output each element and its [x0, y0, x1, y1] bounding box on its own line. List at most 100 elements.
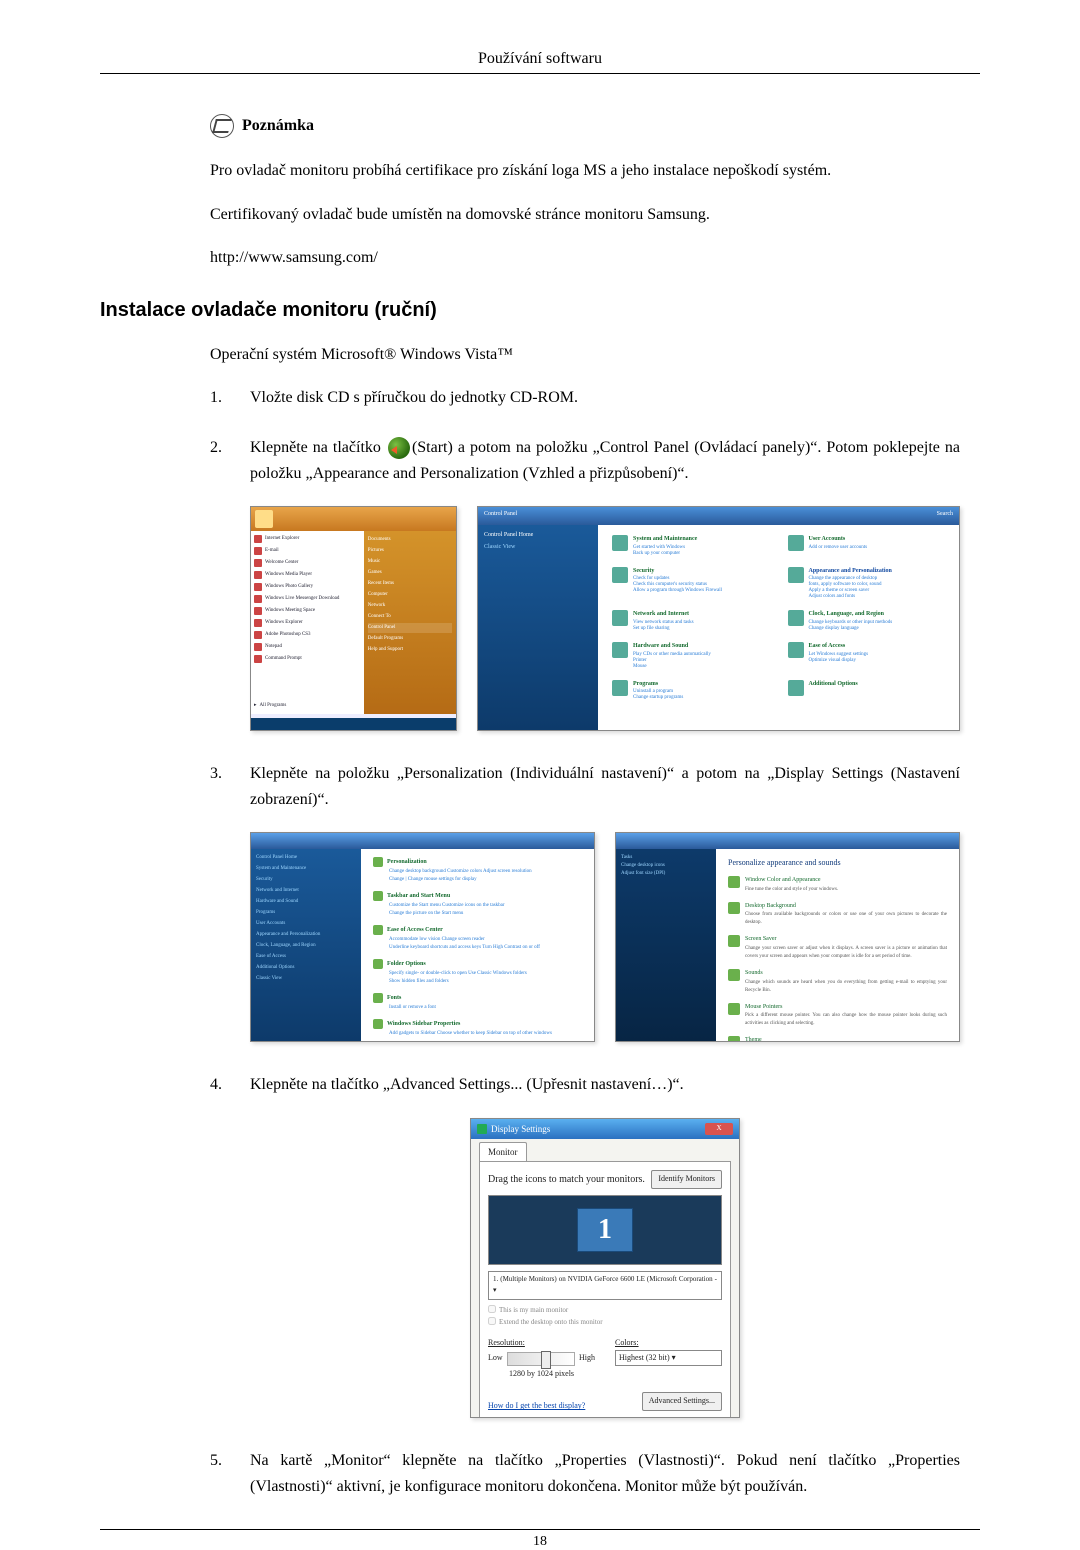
- pers-item-icon: [728, 935, 740, 947]
- all-programs[interactable]: ▸ All Programs: [254, 701, 361, 711]
- appearance-nav-item[interactable]: Security: [256, 876, 356, 884]
- start-menu-right-item[interactable]: Games: [368, 568, 452, 578]
- app-icon: [254, 559, 262, 567]
- pers-item[interactable]: ThemeChange the theme. Themes can change…: [728, 1036, 947, 1042]
- appearance-item-links[interactable]: Accommodate low vision Change screen rea…: [389, 936, 582, 952]
- appearance-nav-item[interactable]: Hardware and Sound: [256, 898, 356, 906]
- resolution-value: 1280 by 1024 pixels: [488, 1368, 595, 1381]
- start-menu-item[interactable]: Windows Explorer: [254, 618, 361, 628]
- start-menu-right-item[interactable]: Help and Support: [368, 645, 452, 655]
- appearance-nav-item[interactable]: Additional Options: [256, 964, 356, 972]
- section-intro: Operační systém Microsoft® Windows Vista…: [210, 342, 960, 368]
- appearance-nav-item[interactable]: Ease of Access: [256, 953, 356, 961]
- start-menu-right-item[interactable]: Music: [368, 557, 452, 567]
- app-icon: [254, 535, 262, 543]
- appearance-item[interactable]: Fonts: [373, 993, 582, 1003]
- resolution-slider[interactable]: [507, 1352, 575, 1366]
- monitor-tab[interactable]: Monitor: [479, 1142, 527, 1161]
- cp-left-home: Control Panel Home: [484, 531, 592, 541]
- appearance-nav-item[interactable]: Control Panel Home: [256, 854, 356, 862]
- appearance-nav-item[interactable]: Programs: [256, 909, 356, 917]
- cp-category[interactable]: Additional Options: [788, 680, 946, 702]
- start-menu-right-item[interactable]: Pictures: [368, 546, 452, 556]
- app-icon: [254, 607, 262, 615]
- screenshot-appearance: Control Panel Home System and Maintenance…: [250, 832, 595, 1042]
- cp-category[interactable]: Hardware and SoundPlay CDs or other medi…: [612, 642, 769, 670]
- cp-category[interactable]: ProgramsUninstall a programChange startu…: [612, 680, 769, 702]
- appearance-nav-item[interactable]: User Accounts: [256, 920, 356, 928]
- cp-category[interactable]: Clock, Language, and RegionChange keyboa…: [788, 610, 946, 632]
- monitor-1[interactable]: 1: [577, 1208, 633, 1252]
- appearance-item[interactable]: Windows Sidebar Properties: [373, 1019, 582, 1029]
- cp-category[interactable]: Ease of AccessLet Windows suggest settin…: [788, 642, 946, 670]
- pers-item[interactable]: SoundsChange which sounds are heard when…: [728, 969, 947, 995]
- app-icon: [254, 547, 262, 555]
- cp-breadcrumb: Control Panel: [484, 510, 517, 522]
- appearance-item[interactable]: Personalization: [373, 857, 582, 867]
- appearance-nav-item[interactable]: Network and Internet: [256, 887, 356, 895]
- cp-category[interactable]: System and MaintenanceGet started with W…: [612, 535, 769, 557]
- appearance-item[interactable]: Folder Options: [373, 959, 582, 969]
- pers-item[interactable]: Desktop BackgroundChoose from available …: [728, 902, 947, 928]
- pers-nav-item[interactable]: Change desktop icons: [621, 862, 711, 870]
- start-menu-item[interactable]: Windows Meeting Space: [254, 606, 361, 616]
- windows-start-icon: [388, 437, 410, 459]
- start-menu-item[interactable]: Command Prompt: [254, 654, 361, 664]
- appearance-item-links[interactable]: Customize the Start menu Customize icons…: [389, 902, 582, 918]
- high-label: High: [579, 1352, 595, 1365]
- header-rule: [100, 73, 980, 74]
- appearance-item-links[interactable]: Specify single- or double-click to open …: [389, 970, 582, 986]
- identify-monitors-button[interactable]: Identify Monitors: [651, 1170, 722, 1189]
- start-menu-item[interactable]: Windows Live Messenger Download: [254, 594, 361, 604]
- cp-search: Search: [937, 510, 953, 522]
- appearance-nav-item[interactable]: Appearance and Personalization: [256, 931, 356, 939]
- appearance-item-links[interactable]: Change desktop background Customize colo…: [389, 868, 582, 884]
- start-menu-item[interactable]: Windows Media Player: [254, 570, 361, 580]
- cp-category[interactable]: SecurityCheck for updatesCheck this comp…: [612, 567, 769, 601]
- appearance-item-links[interactable]: Install or remove a font: [389, 1004, 582, 1012]
- appearance-item-links[interactable]: Add gadgets to Sidebar Choose whether to…: [389, 1030, 582, 1038]
- start-menu-item[interactable]: Notepad: [254, 642, 361, 652]
- appearance-nav-item[interactable]: Clock, Language, and Region: [256, 942, 356, 950]
- screenshot-personalization: TasksChange desktop iconsAdjust font siz…: [615, 832, 960, 1042]
- pers-item[interactable]: Mouse PointersPick a different mouse poi…: [728, 1003, 947, 1029]
- start-menu-item[interactable]: Welcome Center: [254, 558, 361, 568]
- appearance-item[interactable]: Taskbar and Start Menu: [373, 891, 582, 901]
- pers-item[interactable]: Screen SaverChange your screen saver or …: [728, 935, 947, 961]
- start-menu-right-item[interactable]: Recent Items: [368, 579, 452, 589]
- cp-category[interactable]: Network and InternetView network status …: [612, 610, 769, 632]
- start-menu-right-item[interactable]: Connect To: [368, 612, 452, 622]
- start-menu-right-item[interactable]: Computer: [368, 590, 452, 600]
- start-menu-right-item[interactable]: Network: [368, 601, 452, 611]
- step-1: Vložte disk CD s příručkou do jednotky C…: [210, 385, 960, 411]
- start-menu-item[interactable]: Windows Photo Gallery: [254, 582, 361, 592]
- cp-category[interactable]: Appearance and PersonalizationChange the…: [788, 567, 946, 601]
- appearance-nav-item[interactable]: Classic View: [256, 975, 356, 983]
- appearance-item[interactable]: Ease of Access Center: [373, 925, 582, 935]
- colors-select[interactable]: Highest (32 bit) ▾: [615, 1350, 722, 1367]
- app-icon: [254, 655, 262, 663]
- best-display-link[interactable]: How do I get the best display?: [488, 1400, 585, 1413]
- app-icon: [254, 571, 262, 579]
- advanced-settings-button[interactable]: Advanced Settings...: [642, 1392, 722, 1411]
- start-menu-right-item[interactable]: Control Panel: [368, 623, 452, 633]
- section-heading: Instalace ovladače monitoru (ruční): [100, 299, 980, 322]
- app-icon: [254, 583, 262, 591]
- pers-nav-item[interactable]: Tasks: [621, 854, 711, 862]
- start-menu-item[interactable]: Internet Explorer: [254, 534, 361, 544]
- item-icon: [373, 925, 383, 935]
- start-menu-right-item[interactable]: Default Programs: [368, 634, 452, 644]
- pers-item[interactable]: Window Color and AppearanceFine tune the…: [728, 876, 947, 894]
- start-menu-right-item[interactable]: Documents: [368, 535, 452, 545]
- cp-category[interactable]: User AccountsAdd or remove user accounts: [788, 535, 946, 557]
- close-icon[interactable]: X: [705, 1123, 733, 1134]
- pers-nav-item[interactable]: Adjust font size (DPI): [621, 870, 711, 878]
- step-4-text: Klepněte na tlačítko „Advanced Settings.…: [250, 1076, 684, 1093]
- category-icon: [788, 567, 804, 583]
- appearance-nav-item[interactable]: System and Maintenance: [256, 865, 356, 873]
- note-heading: Poznámka: [210, 114, 960, 138]
- start-menu-item[interactable]: Adobe Photoshop CS3: [254, 630, 361, 640]
- start-menu-item[interactable]: E-mail: [254, 546, 361, 556]
- monitor-combo[interactable]: 1. (Multiple Monitors) on NVIDIA GeForce…: [488, 1271, 722, 1299]
- item-icon: [373, 1019, 383, 1029]
